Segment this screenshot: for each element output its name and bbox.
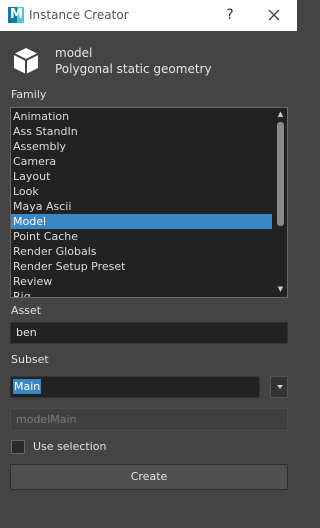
subset-input-text: Main	[13, 379, 42, 394]
subset-label: Subset	[11, 353, 49, 366]
family-label: Family	[11, 88, 47, 101]
family-list-item[interactable]: Model	[11, 214, 272, 229]
help-button[interactable]: ?	[222, 5, 238, 25]
family-list-items: Animation Ass StandIn Assembly Camera Layout…	[11, 109, 272, 297]
family-list-item[interactable]: Review	[11, 274, 272, 289]
family-list-item[interactable]: Rig	[11, 289, 272, 297]
scroll-thumb[interactable]	[277, 122, 284, 226]
family-description: Polygonal static geometry	[55, 62, 212, 76]
chevron-down-icon	[277, 385, 283, 389]
family-list-item[interactable]: Ass StandIn	[11, 124, 272, 139]
family-list-item[interactable]: Assembly	[11, 139, 272, 154]
use-selection-checkbox[interactable]	[11, 440, 25, 454]
asset-input[interactable]: ben	[10, 322, 288, 344]
family-list-item[interactable]: Point Cache	[11, 229, 272, 244]
family-list-item[interactable]: Animation	[11, 109, 272, 124]
subset-dropdown-button[interactable]	[270, 376, 288, 398]
close-icon[interactable]	[266, 7, 282, 23]
create-button[interactable]: Create	[10, 464, 288, 490]
subset-input[interactable]: Main	[10, 376, 260, 398]
use-selection-label: Use selection	[33, 440, 107, 453]
family-list-item[interactable]: Maya Ascii	[11, 199, 272, 214]
family-list[interactable]: Animation Ass StandIn Assembly Camera Layout…	[10, 107, 288, 298]
family-list-scrollbar[interactable]: ▲ ▼	[274, 108, 287, 297]
title-bar: M Instance Creator ?	[0, 0, 297, 31]
family-list-item[interactable]: Camera	[11, 154, 272, 169]
cube-icon	[13, 48, 39, 74]
family-list-item[interactable]: Render Globals	[11, 244, 272, 259]
window-title: Instance Creator	[29, 8, 129, 22]
scroll-down-icon[interactable]: ▼	[276, 285, 285, 294]
asset-label: Asset	[11, 304, 42, 317]
family-list-item[interactable]: Render Setup Preset	[11, 259, 272, 274]
family-name: model	[55, 46, 93, 60]
family-list-item[interactable]: Look	[11, 184, 272, 199]
family-list-item[interactable]: Layout	[11, 169, 272, 184]
result-subset-field: modelMain	[10, 408, 288, 431]
scroll-up-icon[interactable]: ▲	[276, 110, 285, 119]
maya-logo-icon: M	[8, 7, 24, 23]
